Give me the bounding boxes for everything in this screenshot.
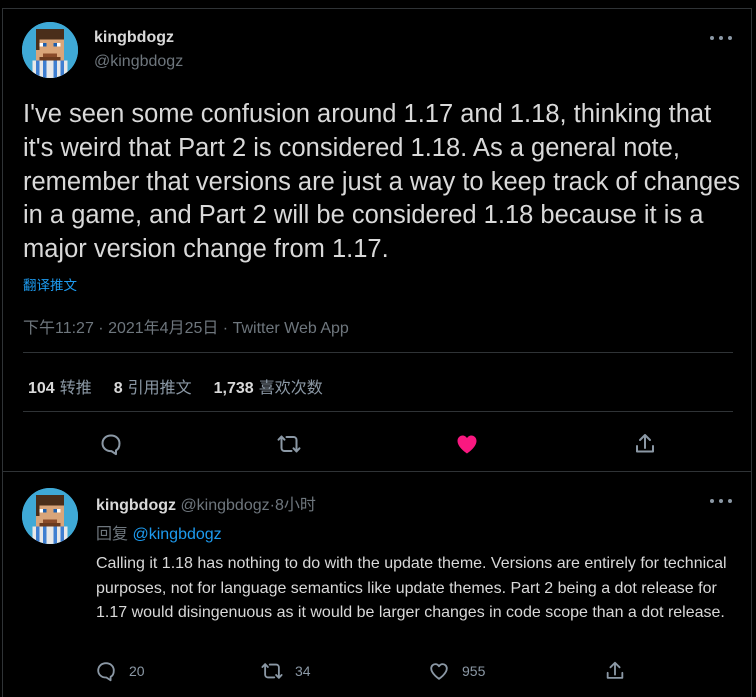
- avatar[interactable]: [22, 488, 78, 544]
- more-horizontal-icon[interactable]: [710, 497, 732, 505]
- replying-to: 回复 @kingbdogz: [96, 520, 222, 544]
- likes-stat[interactable]: 1,738 喜欢次数: [214, 374, 323, 398]
- share-button[interactable]: [604, 660, 626, 682]
- heart-icon: [430, 663, 448, 680]
- tweet-thread: kingbdogz @kingbdogz I've seen some conf…: [2, 8, 752, 697]
- like-button[interactable]: 955: [428, 660, 485, 682]
- reply-text: Calling it 1.18 has nothing to do with t…: [96, 555, 727, 621]
- like-button[interactable]: [455, 432, 479, 456]
- retweet-icon: [277, 435, 301, 453]
- tweet-stats: 104 转推 8 引用推文 1,738 喜欢次数: [28, 374, 323, 398]
- heart-icon: [457, 435, 477, 454]
- more-horizontal-icon[interactable]: [710, 34, 732, 42]
- quotes-stat[interactable]: 8 引用推文: [114, 374, 192, 398]
- pixel-avatar-icon: [22, 488, 78, 544]
- replying-to-handle[interactable]: @kingbdogz: [132, 526, 221, 543]
- retweet-button[interactable]: 34: [261, 660, 311, 682]
- retweet-icon: [261, 663, 283, 679]
- divider: [23, 411, 733, 412]
- reply-header: kingbdogz @kingbdogz·8小时: [96, 491, 316, 515]
- retweet-button[interactable]: [277, 432, 301, 456]
- author-handle[interactable]: @kingbdogz: [180, 497, 269, 514]
- avatar[interactable]: [22, 22, 78, 78]
- author-name[interactable]: kingbdogz: [94, 29, 174, 47]
- reply-bubble-icon: [101, 434, 121, 456]
- like-count: 955: [462, 663, 486, 679]
- author-name[interactable]: kingbdogz: [96, 497, 176, 514]
- translate-link[interactable]: 翻译推文: [23, 274, 77, 294]
- share-icon: [606, 661, 624, 679]
- reply-bubble-icon: [97, 662, 115, 682]
- reply-button[interactable]: [99, 432, 123, 456]
- reply-count: 20: [129, 663, 145, 679]
- reply-time[interactable]: 8小时: [275, 497, 316, 514]
- share-icon: [636, 434, 654, 453]
- share-button[interactable]: [633, 432, 657, 456]
- replying-prefix: 回复: [96, 526, 129, 543]
- divider: [23, 352, 733, 353]
- reply-button[interactable]: 20: [95, 660, 145, 682]
- retweet-count: 34: [295, 663, 311, 679]
- retweets-stat[interactable]: 104 转推: [28, 374, 92, 398]
- author-handle[interactable]: @kingbdogz: [94, 53, 183, 71]
- tweet-text: I've seen some confusion around 1.17 and…: [23, 100, 741, 264]
- tweet-timestamp[interactable]: 下午11:27 · 2021年4月25日 · Twitter Web App: [23, 314, 349, 338]
- pixel-avatar-icon: [22, 22, 78, 78]
